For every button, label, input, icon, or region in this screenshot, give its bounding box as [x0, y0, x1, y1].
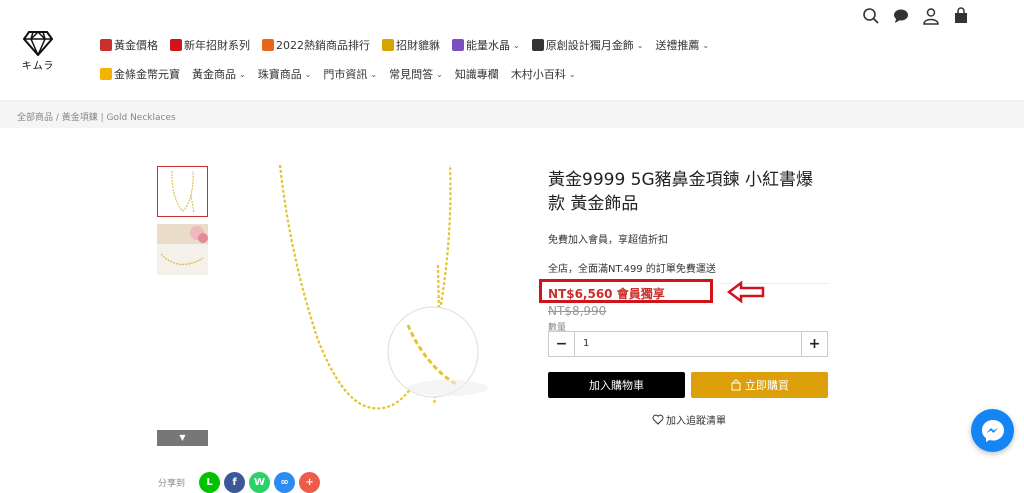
- nav-item-row2-6[interactable]: 木村小百科 ⌄: [511, 66, 576, 82]
- add-to-cart-button[interactable]: 加入購物車: [548, 372, 685, 398]
- chevron-down-icon: ⌄: [636, 40, 644, 50]
- chevron-down-icon: ⌄: [239, 69, 246, 79]
- nav-item-row1-4[interactable]: 能量水晶 ⌄: [452, 37, 520, 53]
- star-icon: [100, 68, 112, 80]
- nav-item-label: 新年招財系列: [184, 39, 250, 52]
- nav-item-label: 送禮推薦: [655, 39, 700, 52]
- site-header: キムラ 黃金價格 新年招財系列 2022熱銷商品排行 招財貔貅 能量水晶 ⌄ 原創設計獨月金…: [0, 0, 1024, 100]
- product-thumbnail-1[interactable]: [157, 166, 208, 217]
- quantity-input[interactable]: 1: [583, 338, 589, 349]
- nav-item-label: 黃金價格: [114, 39, 158, 52]
- nav-item-label: 能量水晶: [466, 39, 510, 52]
- messenger-icon: [981, 419, 1004, 442]
- chevron-down-icon: ⌄: [513, 40, 520, 50]
- nav-item-label: 常見問答: [389, 68, 434, 81]
- nav-item-row1-0[interactable]: 黃金價格: [100, 37, 158, 53]
- quantity-decrease-button[interactable]: −: [549, 332, 575, 356]
- chevron-down-icon: ⌄: [568, 69, 576, 79]
- more-share-button[interactable]: +: [299, 472, 321, 493]
- gold-medal-icon: [382, 39, 394, 51]
- heart-icon: [652, 414, 664, 425]
- bag-icon: [731, 379, 741, 391]
- red-envelope-icon: [170, 39, 182, 51]
- member-price: NT$6,560 會員獨享: [548, 287, 665, 301]
- breadcrumb[interactable]: 全部商品 / 黃金項鍊 | Gold Necklaces: [17, 110, 176, 123]
- nav-item-row2-0[interactable]: 金條金幣元寶: [100, 66, 180, 82]
- buy-now-button[interactable]: 立即購買: [691, 372, 828, 398]
- shipping-promo-text: 全店，全面滿NT.499 的訂單免費運送: [548, 264, 716, 275]
- buy-now-label: 立即購買: [745, 379, 789, 392]
- bag-icon[interactable]: [952, 7, 970, 25]
- quantity-increase-button[interactable]: +: [801, 332, 827, 356]
- arrow-left-icon: [726, 280, 765, 304]
- nav-item-row1-1[interactable]: 新年招財系列: [170, 37, 250, 53]
- nav-item-row2-2[interactable]: 珠寶商品 ⌄: [258, 66, 312, 82]
- search-icon[interactable]: [862, 7, 880, 25]
- chevron-down-icon: ⌄: [436, 69, 443, 79]
- member-promo-text[interactable]: 免費加入會員，享超值折扣: [548, 231, 668, 246]
- facebook-share-button[interactable]: f: [224, 472, 246, 493]
- header-icons: [862, 7, 970, 25]
- fire-icon: [262, 39, 274, 51]
- chat-icon[interactable]: [892, 7, 910, 25]
- wishlist-label: 加入追蹤清單: [666, 416, 726, 427]
- crystal-icon: [452, 39, 464, 51]
- nav-item-row2-4[interactable]: 常見問答 ⌄: [389, 66, 443, 82]
- nav-item-row1-5[interactable]: 原創設計獨月金飾 ⌄: [531, 37, 644, 53]
- add-to-cart-label: 加入購物車: [589, 379, 644, 392]
- whatsapp-share-button[interactable]: W: [249, 472, 271, 493]
- main-nav-row-2: 金條金幣元寶 黃金商品 ⌄ 珠寶商品 ⌄ 門市資訊 ⌄ 常見問答 ⌄ 知識專欄 木村小百科 ⌄: [100, 66, 588, 82]
- quantity-stepper: − 1 +: [548, 331, 828, 357]
- nav-item-row2-1[interactable]: 黃金商品 ⌄: [192, 66, 246, 82]
- diamond-icon: [23, 30, 53, 56]
- product-main-image[interactable]: [258, 160, 498, 430]
- nav-item-row2-3[interactable]: 門市資訊 ⌄: [323, 66, 377, 82]
- nav-item-row1-6[interactable]: 送禮推薦 ⌄: [655, 37, 709, 53]
- user-icon[interactable]: [922, 7, 940, 25]
- chevron-down-icon: ⌄: [702, 40, 710, 50]
- nav-item-label: 珠寶商品: [257, 68, 302, 81]
- nav-item-label: 門市資訊: [323, 68, 368, 81]
- bottle-icon: [531, 39, 544, 51]
- messenger-chat-button[interactable]: [971, 409, 1014, 452]
- original-price: NT$8,990: [548, 304, 607, 318]
- share-bar: 分享到 Lf W ∞ +: [158, 472, 321, 493]
- nav-item-label: 招財貔貅: [396, 39, 440, 52]
- product-thumbnail-2[interactable]: [157, 224, 208, 275]
- nav-item-label: 金條金幣元寶: [114, 68, 180, 81]
- line-share-button[interactable]: L: [199, 472, 221, 493]
- chart-icon: [100, 39, 112, 51]
- nav-item-row2-5[interactable]: 知識專欄: [455, 66, 499, 82]
- nav-item-row1-2[interactable]: 2022熱銷商品排行: [262, 37, 370, 53]
- chevron-down-icon: ⌄: [370, 69, 378, 79]
- nav-item-label: 2022熱銷商品排行: [276, 39, 370, 52]
- chevron-down-icon: ⌄: [304, 69, 312, 79]
- product-title: 黃金9999 5G豬鼻金項鍊 小紅書爆款 黃金飾品: [548, 170, 814, 214]
- logo-text: キムラ: [21, 61, 55, 72]
- nav-item-label: 知識專欄: [454, 68, 499, 81]
- nav-item-label: 原創設計獨月金飾: [545, 39, 634, 52]
- copy-link-button[interactable]: ∞: [274, 472, 296, 493]
- share-label: 分享到: [158, 479, 186, 489]
- nav-item-label: 木村小百科: [510, 68, 566, 81]
- nav-item-row1-3[interactable]: 招財貔貅: [382, 37, 440, 53]
- site-logo[interactable]: キムラ: [18, 30, 58, 72]
- main-nav-row-1: 黃金價格 新年招財系列 2022熱銷商品排行 招財貔貅 能量水晶 ⌄ 原創設計獨月金飾 ⌄ 送禮…: [100, 37, 721, 53]
- nav-item-label: 黃金商品: [192, 68, 236, 81]
- thumbnail-scroll-down-button[interactable]: ▼: [157, 430, 208, 446]
- add-to-wishlist-link[interactable]: 加入追蹤清單: [652, 412, 726, 427]
